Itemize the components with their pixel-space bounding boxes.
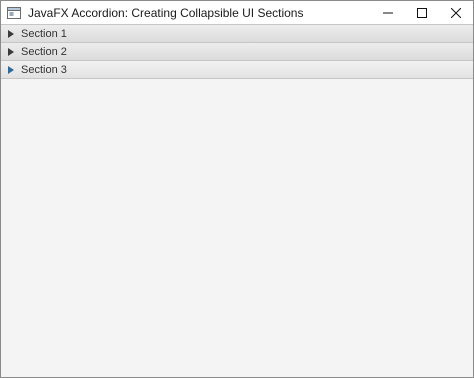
app-window: JavaFX Accordion: Creating Collapsible U… (0, 0, 474, 378)
window-title: JavaFX Accordion: Creating Collapsible U… (28, 5, 304, 20)
accordion-pane-title: Section 3 (21, 63, 67, 76)
accordion-pane-title: Section 2 (21, 45, 67, 58)
window-controls (371, 1, 473, 24)
accordion-pane-section-1[interactable]: Section 1 (1, 24, 473, 42)
title-bar[interactable]: JavaFX Accordion: Creating Collapsible U… (1, 1, 473, 24)
maximize-icon (417, 7, 427, 18)
close-icon (451, 7, 461, 18)
java-app-icon (7, 6, 21, 20)
collapsed-arrow-icon (7, 47, 15, 56)
accordion-pane-title: Section 1 (21, 27, 67, 40)
collapsed-arrow-icon (7, 29, 15, 38)
maximize-button[interactable] (405, 1, 439, 24)
accordion-pane-section-3[interactable]: Section 3 (1, 60, 473, 79)
minimize-icon (383, 12, 393, 13)
close-button[interactable] (439, 1, 473, 24)
collapsed-arrow-icon (7, 65, 15, 74)
minimize-button[interactable] (371, 1, 405, 24)
accordion: Section 1 Section 2 Section 3 (1, 24, 473, 79)
accordion-pane-section-2[interactable]: Section 2 (1, 42, 473, 60)
